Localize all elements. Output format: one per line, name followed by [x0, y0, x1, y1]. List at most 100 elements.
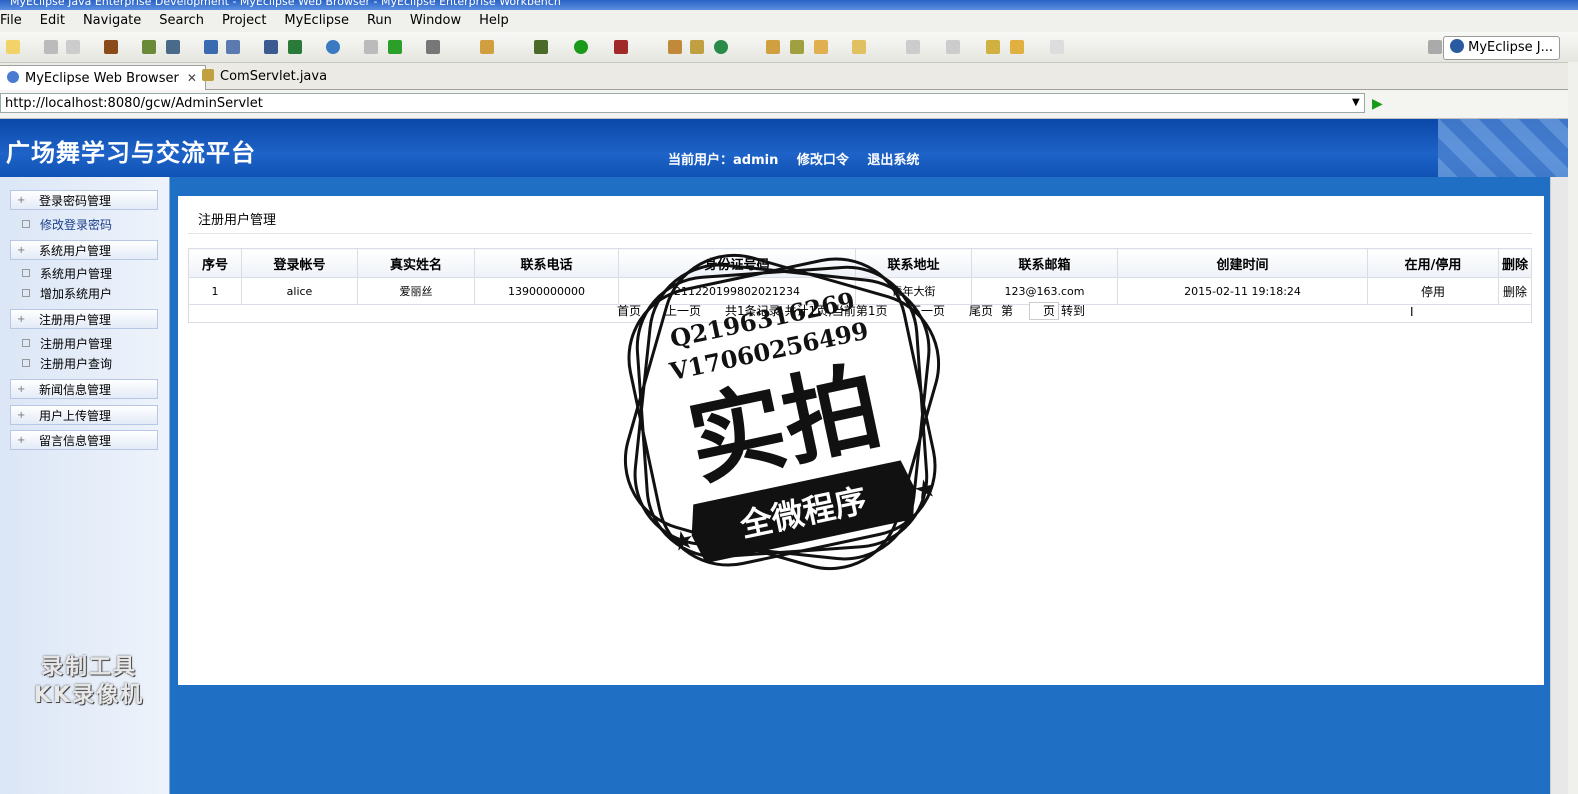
- col-status: 在用/停用: [1367, 248, 1499, 278]
- new-icon[interactable]: [6, 40, 20, 54]
- nav-item-registered-user-query[interactable]: 注册用户查询: [22, 356, 112, 372]
- forward-icon[interactable]: [1050, 40, 1064, 54]
- browser-address-bar: http://localhost:8080/gcw/AdminServlet: [0, 90, 1578, 119]
- add-icon[interactable]: [388, 40, 402, 54]
- search-icon[interactable]: [852, 40, 866, 54]
- menu-help[interactable]: Help: [470, 10, 518, 28]
- browser-icon: [7, 71, 19, 83]
- nav-item-change-login-password[interactable]: 修改登录密码: [22, 217, 112, 233]
- folder-icon[interactable]: [814, 40, 828, 54]
- java-file-icon: [202, 69, 214, 81]
- deploy-icon[interactable]: [204, 40, 218, 54]
- expand-icon: +: [17, 410, 26, 421]
- pager-last[interactable]: 尾页: [969, 299, 993, 323]
- expand-icon: +: [17, 384, 26, 395]
- col-email: 联系邮箱: [971, 248, 1118, 278]
- run-icon[interactable]: [574, 40, 588, 54]
- nav-group-login-password[interactable]: + 登录密码管理: [10, 190, 158, 210]
- change-password-link[interactable]: 修改口令: [797, 153, 849, 168]
- window-titlebar: MyEclipse Java Enterprise Development - …: [0, 0, 1578, 10]
- col-login-account: 登录帐号: [241, 248, 358, 278]
- nav-group-news[interactable]: + 新闻信息管理: [10, 379, 158, 399]
- new-package-icon[interactable]: [668, 40, 682, 54]
- pager-page-prefix: 第: [1001, 304, 1014, 318]
- pager-page-suffix: 页: [1043, 304, 1056, 318]
- site-header: 广场舞学习与交流平台 当前用户：admin 修改口令 退出系统: [0, 119, 1568, 177]
- user-info: 当前用户：admin 修改口令 退出系统: [668, 149, 933, 168]
- nav-group-registered-users[interactable]: + 注册用户管理: [10, 309, 158, 329]
- menu-bar: File Edit Navigate Search Project MyEclipse Ru…: [0, 10, 1578, 32]
- back-icon[interactable]: [1010, 40, 1024, 54]
- expand-icon: +: [17, 245, 26, 256]
- globe-icon[interactable]: [326, 40, 340, 54]
- open-type-icon[interactable]: [364, 40, 378, 54]
- menu-window[interactable]: Window: [401, 10, 470, 28]
- watermark-stamp: Q2196316269 V17060256499 实拍 全微程序 ★ ★: [623, 253, 941, 571]
- nav-group-uploads[interactable]: + 用户上传管理: [10, 405, 158, 425]
- col-index: 序号: [188, 248, 242, 278]
- save-icon[interactable]: [44, 40, 58, 54]
- uml-icon[interactable]: [264, 40, 278, 54]
- refresh-icon[interactable]: [714, 40, 728, 54]
- undeploy-icon[interactable]: [226, 40, 240, 54]
- bug-icon[interactable]: [534, 40, 548, 54]
- debug-icon[interactable]: [142, 40, 156, 54]
- nav-item-add-system-user[interactable]: 增加系统用户: [22, 286, 112, 302]
- perspective-button[interactable]: MyEclipse J...: [1443, 36, 1560, 60]
- external-tools-icon[interactable]: [614, 40, 628, 54]
- expand-icon: +: [17, 195, 26, 206]
- window-title: MyEclipse Java Enterprise Development - …: [10, 0, 561, 8]
- nav-item-registered-user-manage[interactable]: 注册用户管理: [22, 336, 112, 352]
- print-icon[interactable]: [66, 40, 80, 54]
- nav-item-system-user-manage[interactable]: 系统用户管理: [22, 266, 112, 282]
- bullet-icon: [22, 339, 30, 347]
- go-icon[interactable]: ▶: [1372, 96, 1383, 112]
- recorder-watermark: 录制工具 KK录像机: [34, 655, 145, 708]
- bullet-icon: [22, 289, 30, 297]
- nav-group-system-users[interactable]: + 系统用户管理: [10, 240, 158, 260]
- menu-myeclipse[interactable]: MyEclipse: [275, 10, 358, 28]
- site-title: 广场舞学习与交流平台: [6, 139, 256, 167]
- menu-search[interactable]: Search: [150, 10, 213, 28]
- menu-project[interactable]: Project: [213, 10, 275, 28]
- col-real-name: 真实姓名: [357, 248, 475, 278]
- myeclipse-icon: [1450, 39, 1465, 53]
- package-icon[interactable]: [104, 40, 118, 54]
- header-decoration: [1438, 119, 1568, 177]
- menu-navigate[interactable]: Navigate: [74, 10, 150, 28]
- col-created-time: 创建时间: [1117, 248, 1368, 278]
- logout-link[interactable]: 退出系统: [867, 153, 919, 168]
- current-user: 当前用户：admin: [668, 153, 779, 168]
- mouse-cursor-icon: I: [1410, 305, 1414, 319]
- server-icon[interactable]: [166, 40, 180, 54]
- main-toolbar: [0, 32, 1578, 63]
- col-delete: 删除: [1498, 248, 1532, 278]
- bullet-icon: [22, 269, 30, 277]
- url-input[interactable]: http://localhost:8080/gcw/AdminServlet: [0, 93, 1365, 113]
- editor-edge: [1568, 62, 1578, 794]
- url-dropdown-icon[interactable]: ▼: [1352, 97, 1360, 108]
- camera-icon[interactable]: [426, 40, 440, 54]
- nav-group-messages[interactable]: + 留言信息管理: [10, 430, 158, 450]
- prev-annotation-icon[interactable]: [946, 40, 960, 54]
- tab-web-browser[interactable]: MyEclipse Web Browser ✕: [0, 65, 206, 90]
- menu-file[interactable]: File: [0, 10, 31, 28]
- menu-edit[interactable]: Edit: [31, 10, 74, 28]
- editor-tabs: MyEclipse Web Browser ✕ ComServlet.java: [0, 63, 1578, 90]
- page-scrollbar[interactable]: [1550, 177, 1569, 794]
- tasks-icon[interactable]: [480, 40, 494, 54]
- bullet-icon: [22, 359, 30, 367]
- bullet-icon: [22, 220, 30, 228]
- expand-icon: +: [17, 435, 26, 446]
- new-class-icon[interactable]: [690, 40, 704, 54]
- open-folder-icon[interactable]: [766, 40, 780, 54]
- expand-icon: +: [17, 314, 26, 325]
- open-perspective-icon[interactable]: [1428, 40, 1442, 54]
- tab-comservlet[interactable]: ComServlet.java: [194, 65, 335, 89]
- next-annotation-icon[interactable]: [906, 40, 920, 54]
- pager-goto[interactable]: 转到: [1061, 299, 1085, 323]
- menu-run[interactable]: Run: [358, 10, 401, 28]
- last-edit-icon[interactable]: [986, 40, 1000, 54]
- db-icon[interactable]: [288, 40, 302, 54]
- pencil-icon[interactable]: [790, 40, 804, 54]
